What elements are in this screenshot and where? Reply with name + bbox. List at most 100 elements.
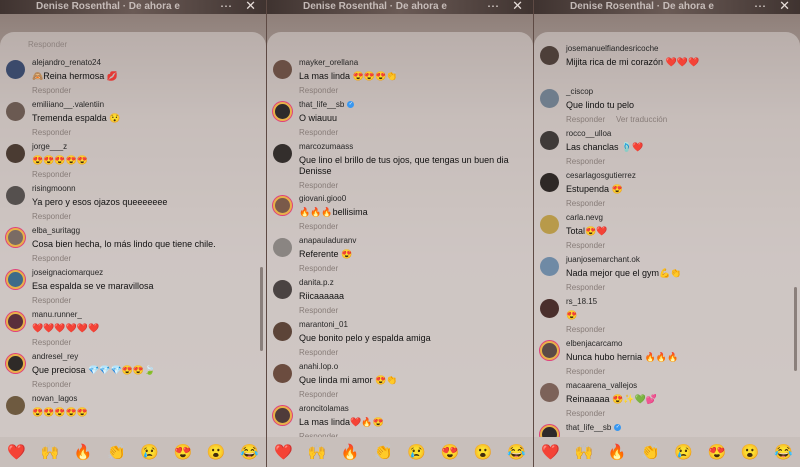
- avatar[interactable]: [273, 60, 292, 79]
- reply-link[interactable]: Responder: [32, 254, 71, 263]
- reaction-clap[interactable]: 👏: [107, 443, 126, 461]
- scrollbar[interactable]: [794, 287, 797, 371]
- comment-username[interactable]: andresel_rey: [32, 352, 78, 361]
- comment-username[interactable]: josemanuelfiandesricoche: [566, 44, 659, 53]
- comment-username[interactable]: risingmoonn: [32, 184, 76, 193]
- see-translation-link[interactable]: Ver traducción: [616, 115, 667, 124]
- avatar[interactable]: [540, 257, 559, 276]
- avatar[interactable]: [6, 186, 25, 205]
- comment-username[interactable]: manu.runner_: [32, 310, 82, 319]
- avatar[interactable]: [6, 354, 25, 373]
- comments-list[interactable]: Responder alejandro_renato24 🙈Reina herm…: [0, 32, 266, 437]
- comment-username[interactable]: that_life__sb ✓: [566, 423, 622, 432]
- reply-link[interactable]: Responder: [32, 212, 71, 221]
- comment-username[interactable]: danita.p.z: [299, 278, 334, 287]
- avatar[interactable]: [273, 238, 292, 257]
- reaction-fire[interactable]: 🔥: [341, 443, 360, 461]
- reaction-cry[interactable]: 😢: [674, 443, 693, 461]
- avatar[interactable]: [273, 364, 292, 383]
- reply-link[interactable]: Responder: [299, 306, 338, 315]
- reaction-wow[interactable]: 😮: [207, 443, 226, 461]
- reaction-laugh[interactable]: 😂: [240, 443, 259, 461]
- avatar[interactable]: [540, 425, 559, 437]
- reaction-raised-hands[interactable]: 🙌: [575, 443, 594, 461]
- comment-username[interactable]: jorge___z: [32, 142, 67, 151]
- reply-link[interactable]: Responder: [299, 128, 338, 137]
- reaction-clap[interactable]: 👏: [641, 443, 660, 461]
- username-text[interactable]: that_life__sb: [299, 100, 344, 109]
- avatar[interactable]: [273, 196, 292, 215]
- reply-link[interactable]: Responder: [32, 338, 71, 347]
- comment-username[interactable]: rocco__ulloa: [566, 129, 611, 138]
- avatar[interactable]: [540, 89, 559, 108]
- reply-link[interactable]: Responder: [566, 367, 605, 376]
- reaction-clap[interactable]: 👏: [374, 443, 393, 461]
- avatar[interactable]: [273, 406, 292, 425]
- comment-username[interactable]: elbenjacarcamo: [566, 339, 622, 348]
- reaction-raised-hands[interactable]: 🙌: [308, 443, 327, 461]
- reply-link[interactable]: Responder: [32, 380, 71, 389]
- reaction-fire[interactable]: 🔥: [74, 443, 93, 461]
- avatar[interactable]: [273, 280, 292, 299]
- reply-link[interactable]: Responder: [566, 283, 605, 292]
- reply-link[interactable]: Responder: [566, 199, 605, 208]
- reaction-heart[interactable]: ❤️: [7, 443, 26, 461]
- reply-link[interactable]: Responder: [32, 86, 71, 95]
- more-icon[interactable]: ⋯: [754, 0, 766, 13]
- reaction-heart-eyes[interactable]: 😍: [708, 443, 727, 461]
- avatar[interactable]: [273, 322, 292, 341]
- avatar[interactable]: [273, 102, 292, 121]
- reaction-laugh[interactable]: 😂: [507, 443, 526, 461]
- reply-link[interactable]: Responder: [299, 390, 338, 399]
- comment-username[interactable]: joseignaciomarquez: [32, 268, 103, 277]
- reply-link[interactable]: Responder: [28, 40, 67, 49]
- comments-list[interactable]: josemanuelfiandesricoche Mijita rica de …: [534, 32, 800, 437]
- reply-link[interactable]: Responder: [299, 264, 338, 273]
- close-icon[interactable]: ✕: [779, 0, 790, 14]
- reaction-heart-eyes[interactable]: 😍: [174, 443, 193, 461]
- avatar[interactable]: [540, 299, 559, 318]
- comment-username[interactable]: carla.nevg: [566, 213, 603, 222]
- comment-username[interactable]: emiliiano__.valentiin: [32, 100, 104, 109]
- username-text[interactable]: that_life__sb: [566, 423, 611, 432]
- reaction-fire[interactable]: 🔥: [608, 443, 627, 461]
- avatar[interactable]: [540, 215, 559, 234]
- comment-username[interactable]: anahi.lop.o: [299, 362, 338, 371]
- avatar[interactable]: [540, 341, 559, 360]
- reply-link[interactable]: Responder: [299, 181, 338, 190]
- comment-username[interactable]: anapauladuranv: [299, 236, 356, 245]
- close-icon[interactable]: ✕: [245, 0, 256, 14]
- comment-username[interactable]: _ciscop: [566, 87, 593, 96]
- more-icon[interactable]: ⋯: [487, 0, 499, 13]
- comment-username[interactable]: novan_lagos: [32, 394, 77, 403]
- avatar[interactable]: [6, 270, 25, 289]
- reply-link[interactable]: Responder: [299, 348, 338, 357]
- avatar[interactable]: [540, 46, 559, 65]
- comment-username[interactable]: rs_18.15: [566, 297, 597, 306]
- comment-username[interactable]: mayker_orellana: [299, 58, 358, 67]
- comment-username[interactable]: giovani.gioo0: [299, 194, 346, 203]
- reaction-cry[interactable]: 😢: [407, 443, 426, 461]
- reply-link[interactable]: Responder: [566, 115, 605, 124]
- reply-link[interactable]: Responder: [566, 409, 605, 418]
- reaction-heart[interactable]: ❤️: [274, 443, 293, 461]
- avatar[interactable]: [6, 312, 25, 331]
- reaction-heart[interactable]: ❤️: [541, 443, 560, 461]
- avatar[interactable]: [6, 60, 25, 79]
- avatar[interactable]: [6, 102, 25, 121]
- avatar[interactable]: [540, 173, 559, 192]
- comment-username[interactable]: macaarena_vallejos: [566, 381, 637, 390]
- reaction-wow[interactable]: 😮: [741, 443, 760, 461]
- reply-link[interactable]: Responder: [299, 222, 338, 231]
- reply-link[interactable]: Responder: [299, 86, 338, 95]
- avatar[interactable]: [540, 383, 559, 402]
- comment-username[interactable]: elba_suritagg: [32, 226, 80, 235]
- reply-link[interactable]: Responder: [566, 157, 605, 166]
- avatar[interactable]: [6, 144, 25, 163]
- reaction-laugh[interactable]: 😂: [774, 443, 793, 461]
- comment-username[interactable]: marantoni_01: [299, 320, 348, 329]
- reaction-cry[interactable]: 😢: [140, 443, 159, 461]
- reaction-raised-hands[interactable]: 🙌: [41, 443, 60, 461]
- reply-link[interactable]: Responder: [566, 241, 605, 250]
- avatar[interactable]: [6, 396, 25, 415]
